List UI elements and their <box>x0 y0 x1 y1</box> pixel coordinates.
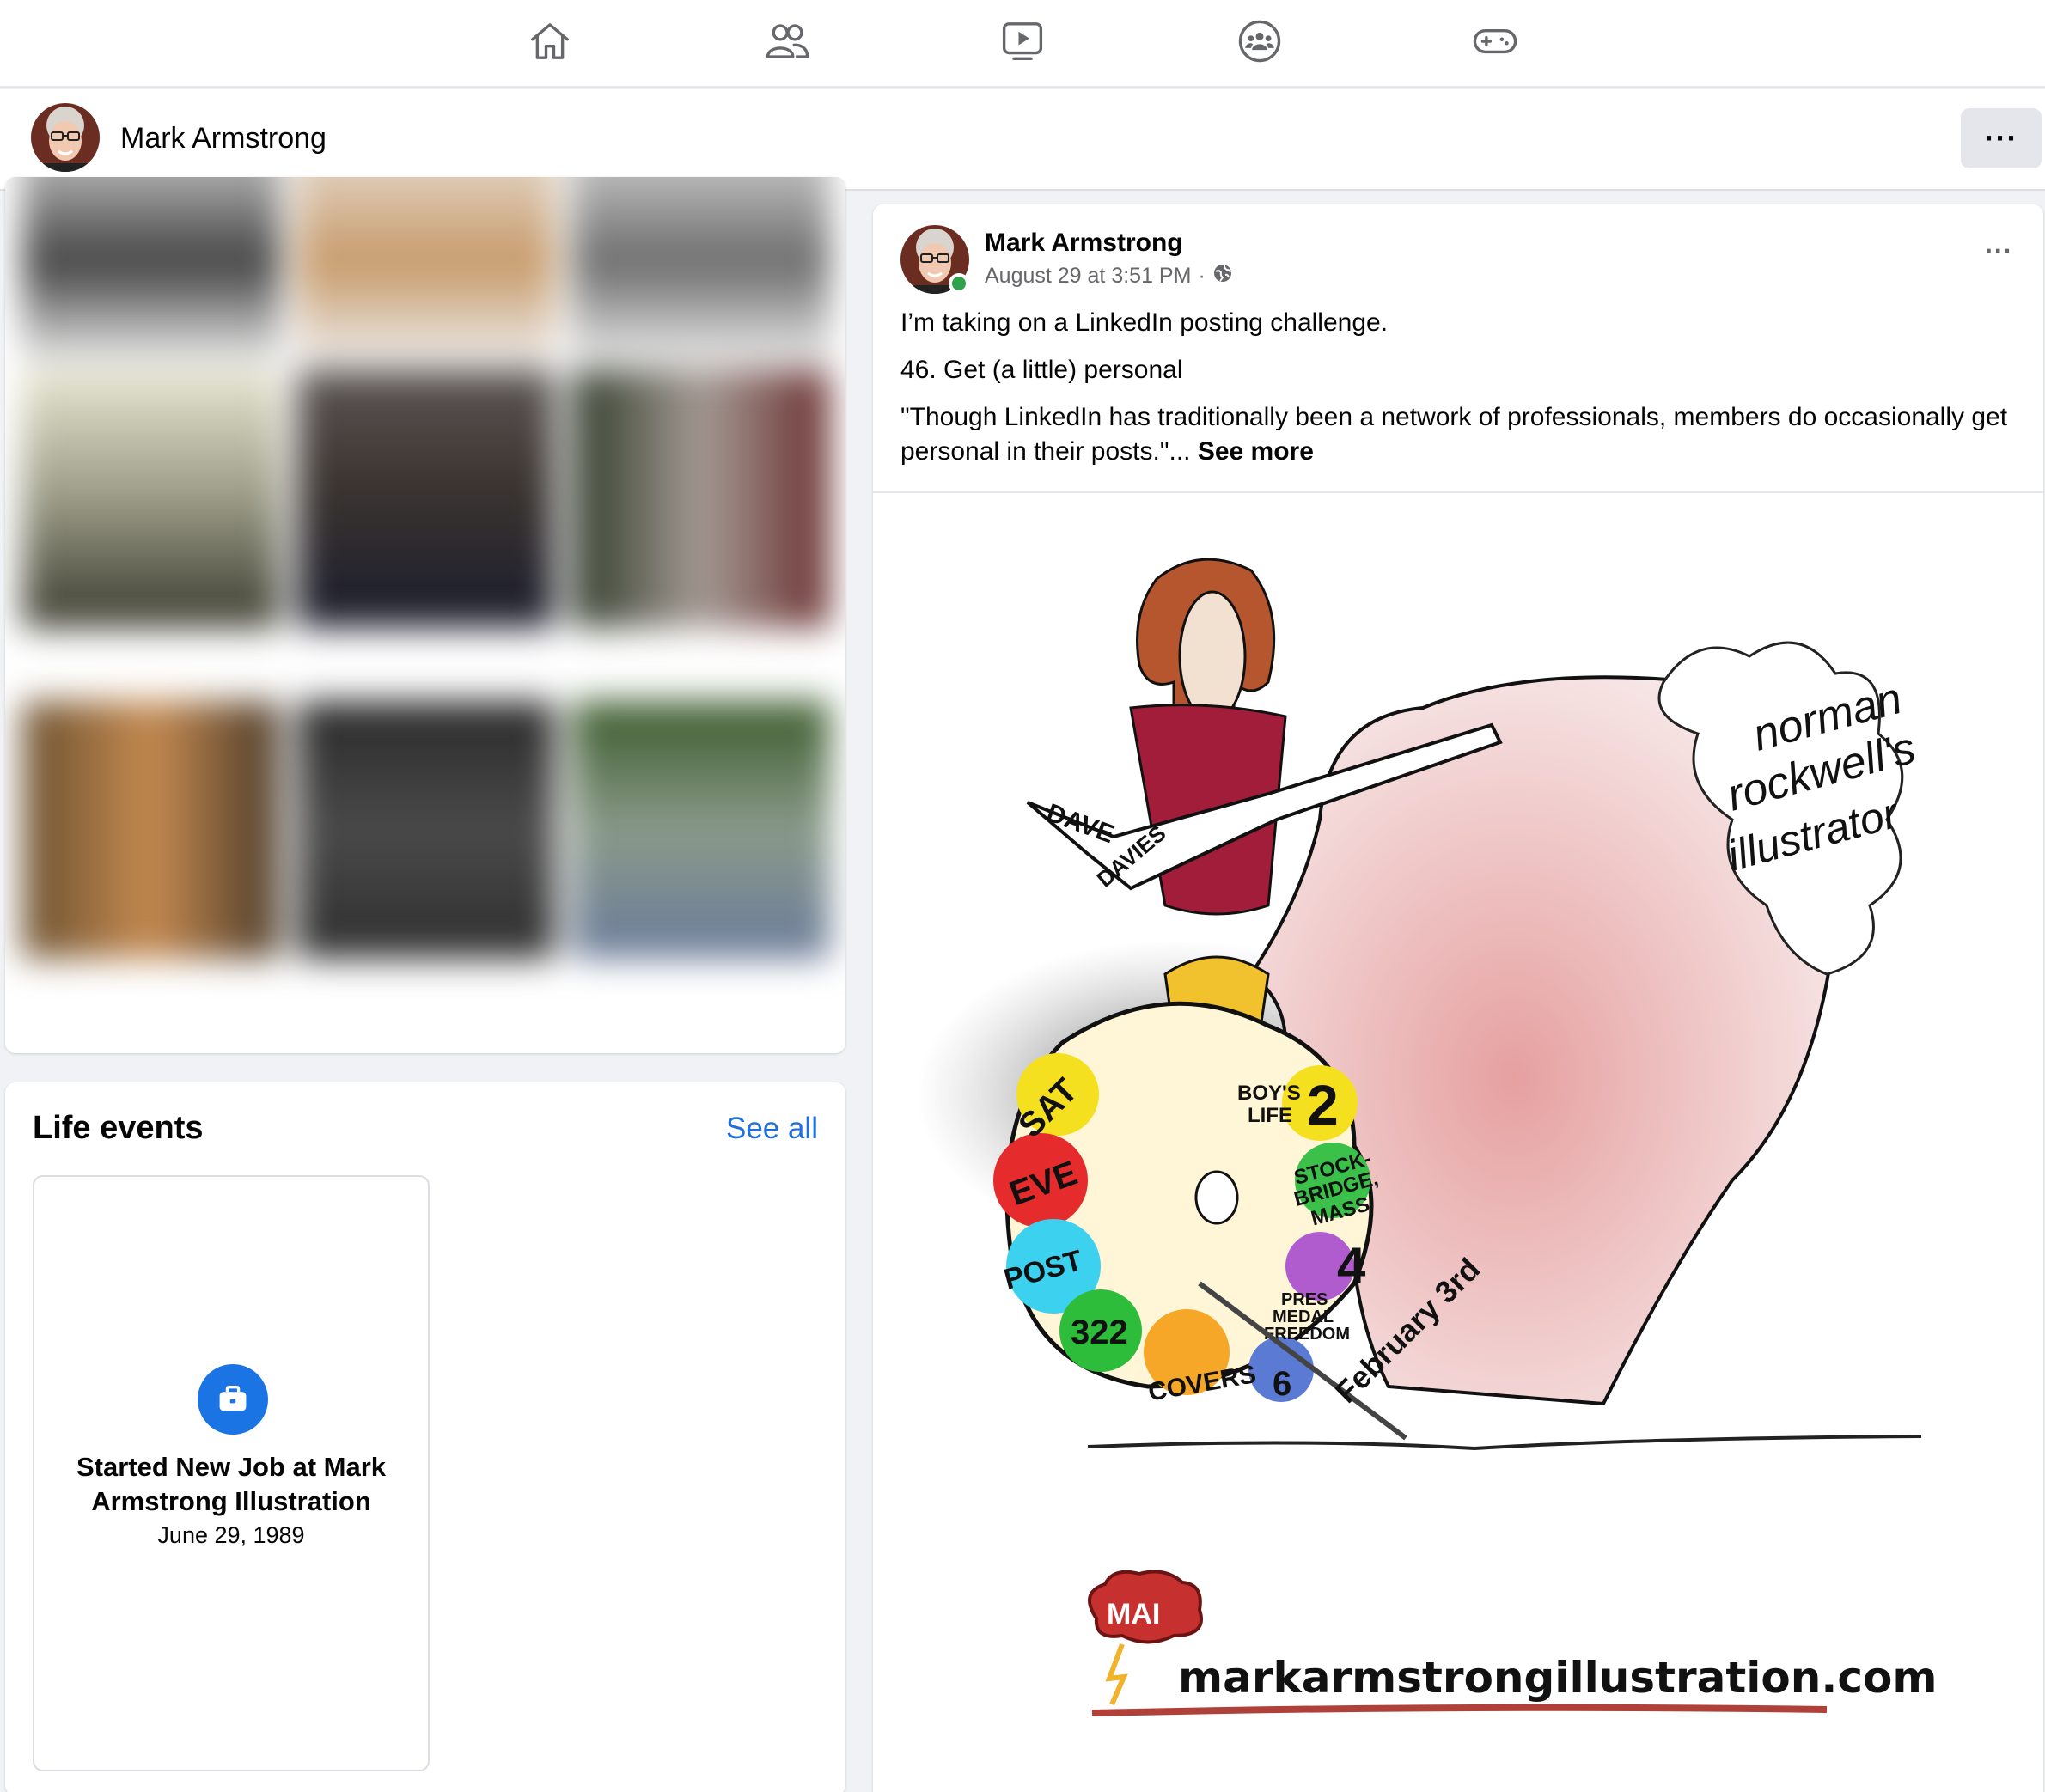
friend-photo[interactable] <box>297 177 555 366</box>
palette-label: 6 <box>1273 1365 1291 1403</box>
friend-photo[interactable] <box>22 701 280 959</box>
post-avatar[interactable] <box>900 225 969 294</box>
post-more-options-button[interactable]: ··· <box>1985 235 2012 267</box>
mai-badge-text: MAI <box>1107 1598 1160 1630</box>
post-author-name[interactable]: Mark Armstrong <box>985 229 1183 258</box>
watch-icon[interactable] <box>997 15 1048 67</box>
profile-header-bar: Mark Armstrong ··· <box>0 89 2045 191</box>
palette-label: LIFE <box>1248 1104 1292 1127</box>
post-text: I’m taking on a LinkedIn posting challen… <box>900 306 2018 482</box>
globe-icon <box>1212 263 1233 290</box>
post-quote: "Though LinkedIn has traditionally been … <box>900 403 2008 466</box>
post-illustration-image[interactable]: norman rockwell's illustrator DAVE DAVIE… <box>873 493 2043 1792</box>
top-navigation <box>0 0 2045 88</box>
palette-label: 2 <box>1307 1073 1339 1137</box>
profile-name: Mark Armstrong <box>120 122 327 155</box>
more-options-button[interactable]: ··· <box>1961 108 2042 168</box>
friends-card <box>5 177 845 1053</box>
ground-line <box>1087 1435 1922 1451</box>
life-event-item[interactable]: Started New Job at Mark Armstrong Illust… <box>33 1175 430 1771</box>
palette-label: 322 <box>1071 1314 1128 1351</box>
friend-photo[interactable] <box>297 701 555 959</box>
gaming-icon[interactable] <box>1469 15 1521 67</box>
post-card: Mark Armstrong August 29 at 3:51 PM · ··… <box>873 204 2043 1792</box>
palette-label: MEDAL <box>1273 1307 1334 1326</box>
life-event-title: Started New Job at Mark Armstrong Illust… <box>76 1452 387 1516</box>
see-more-link[interactable]: See more <box>1198 437 1314 466</box>
friend-photo[interactable] <box>572 701 830 959</box>
see-all-link[interactable]: See all <box>726 1112 818 1146</box>
life-event-date: June 29, 1989 <box>157 1522 305 1548</box>
friend-photo[interactable] <box>572 370 830 628</box>
post-line: "Though LinkedIn has traditionally been … <box>900 400 2018 469</box>
groups-icon[interactable] <box>1234 15 1285 67</box>
palette-label: 4 <box>1337 1237 1366 1295</box>
underline-stroke <box>1091 1704 1828 1716</box>
post-timestamp[interactable]: August 29 at 3:51 PM <box>985 264 1191 289</box>
palette-thumb-hole <box>1194 1170 1239 1225</box>
briefcase-icon <box>198 1364 268 1435</box>
post-meta: August 29 at 3:51 PM · <box>985 263 1233 290</box>
dave-face <box>1178 590 1247 722</box>
palette-label: PRES <box>1281 1290 1328 1309</box>
website-url: markarmstrongillustration.com <box>1178 1653 1937 1703</box>
avatar[interactable] <box>31 103 100 172</box>
friends-photo-grid <box>14 177 842 1007</box>
palette-label: BOY'S <box>1237 1082 1301 1105</box>
home-icon[interactable] <box>524 15 576 67</box>
friend-photo[interactable] <box>22 370 280 628</box>
friends-icon[interactable] <box>761 15 813 67</box>
friend-photo[interactable] <box>297 370 555 628</box>
online-status-indicator <box>949 273 969 294</box>
friend-photo[interactable] <box>572 177 830 366</box>
post-line: 46. Get (a little) personal <box>900 356 1183 384</box>
life-events-card: Life events See all Started New Job at M… <box>5 1082 845 1792</box>
post-line: I’m taking on a LinkedIn posting challen… <box>900 308 1389 337</box>
life-events-title: Life events <box>33 1110 204 1146</box>
friend-photo[interactable] <box>22 177 280 366</box>
meta-separator: · <box>1198 264 1206 288</box>
